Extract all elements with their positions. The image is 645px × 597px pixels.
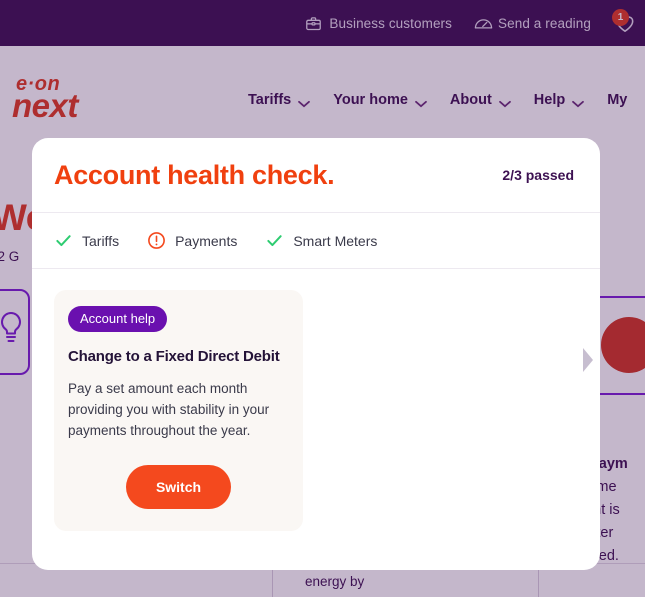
modal-body: Account help Change to a Fixed Direct De… xyxy=(32,269,600,532)
card-action-row: Switch xyxy=(68,465,289,510)
check-icon xyxy=(265,231,284,250)
account-help-card: Account help Change to a Fixed Direct De… xyxy=(54,290,303,532)
carousel-next-button[interactable] xyxy=(583,334,600,386)
status-label: Smart Meters xyxy=(293,232,378,249)
health-status-row: Tariffs Payments Smart Meters xyxy=(32,213,600,269)
modal-header: Account health check. 2/3 passed xyxy=(32,138,600,213)
card-category-pill: Account help xyxy=(68,306,168,332)
account-health-check-modal: Account health check. 2/3 passed Tariffs xyxy=(32,138,600,570)
status-item-payments: Payments xyxy=(147,231,237,250)
app-root: Business customers Send a reading 1 e·on… xyxy=(0,0,645,597)
status-label: Tariffs xyxy=(82,232,120,249)
switch-button[interactable]: Switch xyxy=(125,465,232,510)
card-title: Change to a Fixed Direct Debit xyxy=(68,348,280,365)
exclamation-circle-icon xyxy=(147,231,166,250)
check-icon xyxy=(54,231,73,250)
modal-score-badge: 2/3 passed xyxy=(502,167,574,183)
status-label: Payments xyxy=(175,232,238,249)
card-description: Pay a set amount each month providing yo… xyxy=(68,381,270,439)
status-item-smart-meters: Smart Meters xyxy=(265,231,377,250)
status-item-tariffs: Tariffs xyxy=(54,231,119,250)
modal-title: Account health check. xyxy=(54,159,335,190)
